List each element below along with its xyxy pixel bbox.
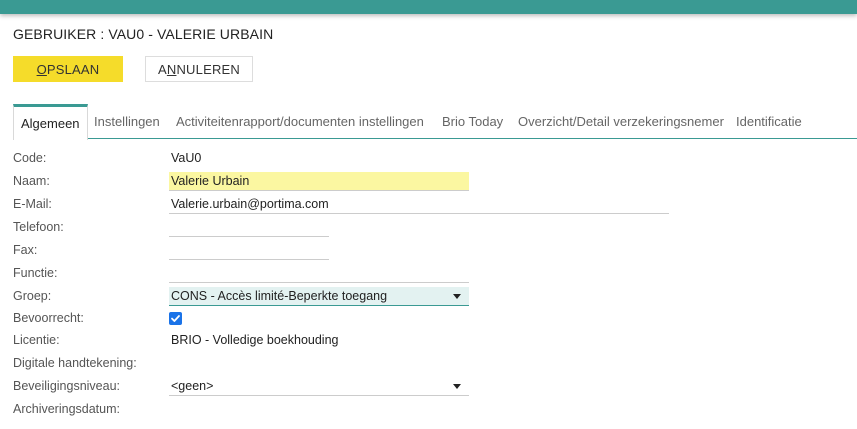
chevron-down-icon [453,384,461,389]
functie-label: Functie: [13,266,58,280]
beveiligingsniveau-label: Beveiligingsniveau: [13,379,121,393]
bevoorrecht-label: Bevoorrecht: [13,311,84,325]
beveiligingsniveau-select[interactable]: <geen> [169,377,469,396]
beveiligingsniveau-select-value: <geen> [171,379,214,393]
cancel-button-label-start: A [158,61,167,77]
tab-brio-today[interactable]: Brio Today [442,104,503,139]
archiveringsdatum-label: Archiveringsdatum: [13,402,120,416]
tab-overzicht-detail[interactable]: Overzicht/Detail verzekeringsnemer [518,104,724,139]
functie-field[interactable] [169,264,469,283]
licentie-label: Licentie: [13,333,60,347]
tab-algemeen[interactable]: Algemeen [13,104,88,140]
tab-activiteitenrapport[interactable]: Activiteitenrapport/documenten instellin… [176,104,424,139]
naam-label: Naam: [13,174,50,188]
page-title: GEBRUIKER : VAU0 - VALERIE URBAIN [13,26,274,42]
save-button-label: PSLAAN [46,61,100,77]
telefoon-field[interactable] [169,218,329,237]
cancel-button[interactable]: A N NULEREN [145,56,253,82]
chevron-down-icon [453,294,461,299]
bevoorrecht-checkbox[interactable] [169,312,182,325]
naam-field[interactable]: Valerie Urbain [169,172,469,191]
save-button[interactable]: O PSLAAN [13,56,123,82]
licentie-value: BRIO - Volledige boekhouding [171,333,339,347]
fax-field[interactable] [169,241,329,260]
save-button-mnemonic: O [36,61,47,77]
email-field[interactable]: Valerie.urbain@portima.com [169,195,669,214]
telefoon-label: Telefoon: [13,220,64,234]
digitale-handtekening-label: Digitale handtekening: [13,356,137,370]
code-value: VaU0 [171,151,202,165]
tab-identificatie[interactable]: Identificatie [736,104,802,139]
tab-bar: Algemeen Instellingen Activiteitenrappor… [13,104,857,140]
fax-label: Fax: [13,243,38,257]
code-label: Code: [13,151,47,165]
tab-instellingen[interactable]: Instellingen [94,104,160,139]
cancel-button-label-rest: NULEREN [176,61,240,77]
groep-label: Groep: [13,289,52,303]
groep-select[interactable]: CONS - Accès limité-Beperkte toegang [169,287,469,306]
checkmark-icon [171,315,180,322]
cancel-button-mnemonic: N [166,61,177,77]
email-label: E-Mail: [13,197,52,211]
top-app-bar [0,0,857,14]
groep-select-value: CONS - Accès limité-Beperkte toegang [171,289,388,303]
